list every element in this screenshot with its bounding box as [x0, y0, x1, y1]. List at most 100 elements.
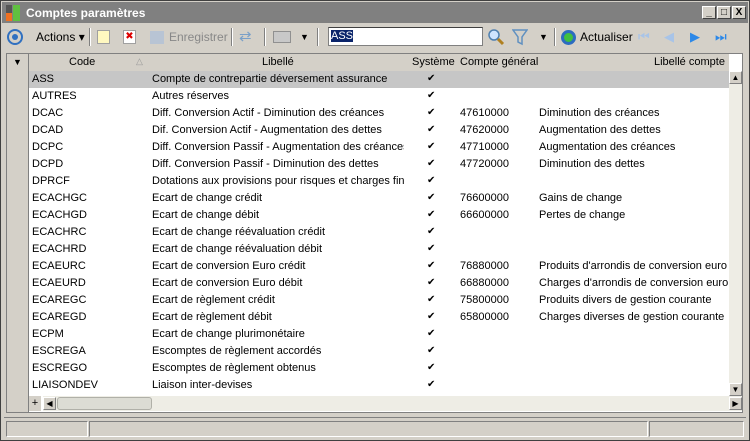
- table-row[interactable]: ESCREGO Escomptes de règlement obtenus ✔: [29, 360, 729, 377]
- next-record-icon[interactable]: ▶: [690, 28, 700, 46]
- filter-icon[interactable]: [512, 28, 528, 46]
- cell-systeme-checkbox[interactable]: ✔: [427, 172, 439, 189]
- cell-systeme-checkbox[interactable]: ✔: [427, 223, 439, 240]
- column-header-libelle-compte[interactable]: Libellé compte: [654, 56, 725, 68]
- scroll-left-icon[interactable]: ◀: [43, 397, 56, 410]
- cell-systeme-checkbox[interactable]: ✔: [427, 104, 439, 121]
- last-record-icon[interactable]: ⏭: [715, 28, 727, 46]
- search-input[interactable]: ASS: [328, 27, 483, 46]
- cell-code: AUTRES: [32, 90, 77, 102]
- filter-dropdown-icon[interactable]: ▼: [539, 28, 548, 46]
- app-logo-icon: [6, 5, 20, 21]
- horizontal-scrollbar[interactable]: ◀ ▶: [43, 396, 742, 411]
- new-icon[interactable]: [97, 30, 110, 44]
- cell-libelle: Ecart de conversion Euro crédit: [152, 260, 306, 272]
- table-row[interactable]: ECAEURD Ecart de conversion Euro débit ✔ 66…: [29, 275, 729, 292]
- column-header-libelle[interactable]: Libellé: [262, 56, 294, 68]
- separator: [317, 28, 319, 46]
- table-row[interactable]: DCPD Diff. Conversion Passif - Diminution…: [29, 156, 729, 173]
- table-row[interactable]: ESCREGA Escomptes de règlement accordés ✔: [29, 343, 729, 360]
- table-row[interactable]: DCPC Diff. Conversion Passif - Augmentati…: [29, 139, 729, 156]
- cell-systeme-checkbox[interactable]: ✔: [427, 70, 439, 87]
- column-header-systeme[interactable]: Système: [412, 56, 455, 68]
- print-icon[interactable]: [273, 31, 291, 43]
- cell-systeme-checkbox[interactable]: ✔: [427, 325, 439, 342]
- cell-systeme-checkbox[interactable]: ✔: [427, 376, 439, 393]
- cell-systeme-checkbox[interactable]: ✔: [427, 155, 439, 172]
- cell-code: ECPM: [32, 328, 64, 340]
- sync-icon[interactable]: ⇄: [239, 28, 252, 46]
- cell-systeme-checkbox[interactable]: ✔: [427, 291, 439, 308]
- cell-code: ECACHRD: [32, 243, 87, 255]
- search-icon[interactable]: [487, 28, 505, 46]
- table-row[interactable]: ECPM Ecart de change plurimonétaire ✔: [29, 326, 729, 343]
- cell-libelle: Autres réserves: [152, 90, 230, 102]
- table-row[interactable]: AUTRES Autres réserves ✔: [29, 88, 729, 105]
- status-panel: [6, 421, 88, 437]
- cell-systeme-checkbox[interactable]: ✔: [427, 138, 439, 155]
- table-row[interactable]: DCAC Diff. Conversion Actif - Diminution …: [29, 105, 729, 122]
- cell-libelle: Compte de contrepartie déversement assur…: [152, 73, 388, 85]
- cell-libelle-compte: Produits d'arrondis de conversion euro: [539, 260, 727, 272]
- cell-libelle: Escomptes de règlement obtenus: [152, 362, 316, 374]
- cell-code: ECAEURC: [32, 260, 86, 272]
- cell-systeme-checkbox[interactable]: ✔: [427, 189, 439, 206]
- table-row[interactable]: ECAREGD Ecart de règlement débit ✔ 65800000…: [29, 309, 729, 326]
- cell-systeme-checkbox[interactable]: ✔: [427, 308, 439, 325]
- scroll-down-icon[interactable]: ▼: [729, 383, 742, 396]
- table-row[interactable]: ECACHRC Ecart de change réévaluation créd…: [29, 224, 729, 241]
- cell-code: ECAEURD: [32, 277, 86, 289]
- window-title: Comptes paramètres: [26, 6, 146, 20]
- cell-libelle-compte: Diminution des dettes: [539, 158, 645, 170]
- cell-compte-general: 66600000: [460, 209, 509, 221]
- cell-systeme-checkbox[interactable]: ✔: [427, 121, 439, 138]
- separator: [231, 28, 233, 46]
- print-dropdown-icon[interactable]: ▼: [300, 28, 309, 46]
- table-row[interactable]: ECACHGC Ecart de change crédit ✔ 76600000 Ga…: [29, 190, 729, 207]
- cell-systeme-checkbox[interactable]: ✔: [427, 206, 439, 223]
- cell-libelle: Diff. Conversion Passif - Diminution des…: [152, 158, 379, 170]
- actions-menu[interactable]: Actions ▾: [36, 28, 85, 46]
- separator: [264, 28, 266, 46]
- maximize-button[interactable]: □: [717, 6, 731, 19]
- first-record-icon[interactable]: ⏮: [638, 28, 650, 46]
- cell-code: ASS: [32, 73, 55, 85]
- cell-systeme-checkbox[interactable]: ✔: [427, 359, 439, 376]
- target-icon[interactable]: [7, 29, 23, 47]
- scroll-up-icon[interactable]: ▲: [729, 71, 742, 84]
- cell-systeme-checkbox[interactable]: ✔: [427, 87, 439, 104]
- column-header-code[interactable]: Code: [69, 56, 95, 68]
- table-row[interactable]: ASS Compte de contrepartie déversement as…: [29, 71, 729, 88]
- cell-systeme-checkbox[interactable]: ✔: [427, 257, 439, 274]
- close-button[interactable]: X: [732, 6, 746, 19]
- column-chooser-icon[interactable]: ▼: [13, 57, 22, 67]
- table-row[interactable]: DCAD Dif. Conversion Actif - Augmentation…: [29, 122, 729, 139]
- window: Comptes paramètres _ □ X Actions ▾ ✖ Enr…: [0, 0, 750, 441]
- refresh-label: Actualiser: [580, 30, 633, 44]
- table-row[interactable]: ECAEURC Ecart de conversion Euro crédit ✔ 7…: [29, 258, 729, 275]
- cell-libelle: Ecart de règlement débit: [152, 311, 272, 323]
- grid-header: Code △ Libellé Système Compte général Li…: [29, 54, 729, 71]
- column-header-compte-general[interactable]: Compte général: [460, 56, 538, 68]
- cell-systeme-checkbox[interactable]: ✔: [427, 342, 439, 359]
- table-row[interactable]: LIAISONDEV Liaison inter-devises ✔: [29, 377, 729, 394]
- minimize-button[interactable]: _: [702, 6, 716, 19]
- add-row-button[interactable]: +: [29, 396, 41, 411]
- save-button[interactable]: Enregistrer: [150, 28, 228, 46]
- status-panel: [89, 421, 648, 437]
- scroll-right-icon[interactable]: ▶: [729, 397, 742, 410]
- vertical-scrollbar[interactable]: ▲ ▼: [729, 71, 742, 396]
- cell-libelle: Escomptes de règlement accordés: [152, 345, 322, 357]
- cell-systeme-checkbox[interactable]: ✔: [427, 240, 439, 257]
- cell-systeme-checkbox[interactable]: ✔: [427, 274, 439, 291]
- delete-icon[interactable]: ✖: [123, 30, 136, 44]
- previous-record-icon[interactable]: ◀: [664, 28, 674, 46]
- table-row[interactable]: DPRCF Dotations aux provisions pour risqu…: [29, 173, 729, 190]
- refresh-button[interactable]: Actualiser: [561, 28, 633, 46]
- table-row[interactable]: ECACHGD Ecart de change débit ✔ 66600000 Per…: [29, 207, 729, 224]
- table-row[interactable]: ECAREGC Ecart de règlement crédit ✔ 7580000…: [29, 292, 729, 309]
- table-row[interactable]: ECACHRD Ecart de change réévaluation débi…: [29, 241, 729, 258]
- horizontal-scroll-thumb[interactable]: [57, 397, 152, 410]
- save-label: Enregistrer: [169, 30, 228, 44]
- cell-libelle: Diff. Conversion Passif - Augmentation d…: [152, 141, 404, 153]
